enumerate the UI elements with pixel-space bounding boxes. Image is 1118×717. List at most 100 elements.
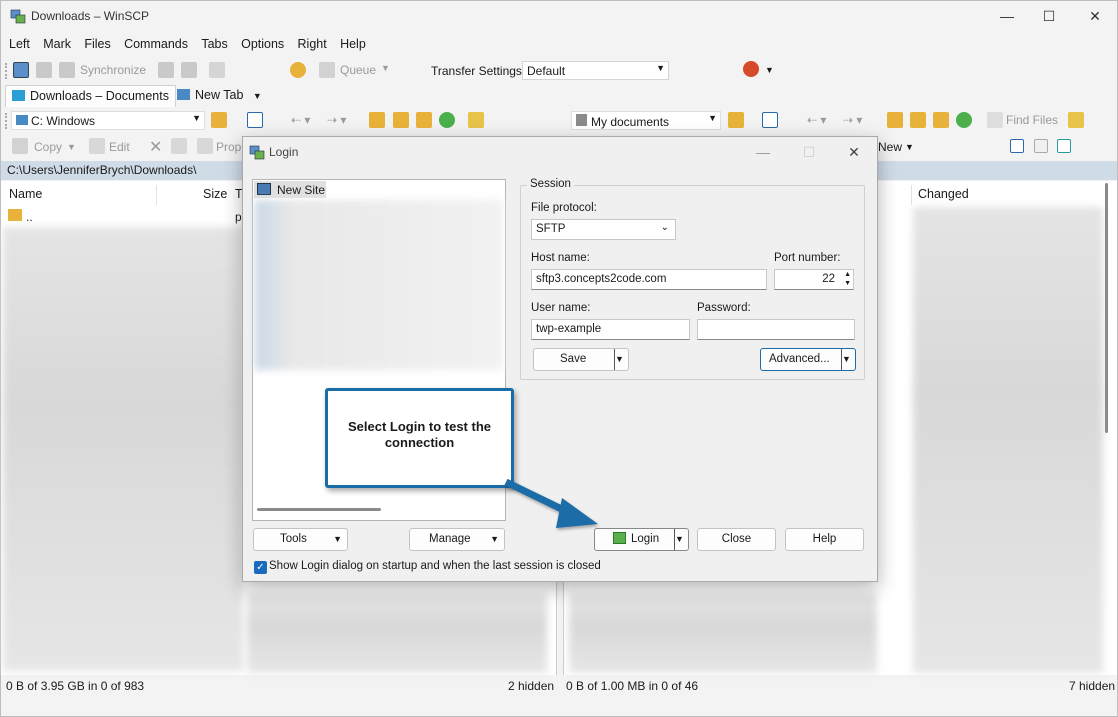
scrollbar[interactable] <box>1105 183 1108 433</box>
show-login-checkbox-label[interactable]: Show Login dialog on startup and when th… <box>269 560 601 572</box>
properties-button[interactable]: Prop <box>216 140 241 154</box>
advanced-dropdown-icon[interactable]: ▼ <box>841 349 855 370</box>
user-name-input[interactable]: twp-example <box>531 319 690 340</box>
minimize-button[interactable]: — <box>987 5 1027 27</box>
home-icon[interactable] <box>933 112 949 128</box>
synchronize-icon[interactable] <box>59 62 75 78</box>
sync-browse-icon[interactable] <box>36 62 52 78</box>
delete-icon[interactable]: ✕ <box>149 137 162 157</box>
menu-tabs[interactable]: Tabs <box>199 35 229 53</box>
find-icon[interactable] <box>468 112 484 128</box>
putty-icon[interactable] <box>181 62 197 78</box>
find-files-icon[interactable] <box>987 112 1003 128</box>
right-location-combo[interactable]: My documents ▼ <box>571 111 721 130</box>
filter-icon[interactable] <box>247 112 263 128</box>
copy-button[interactable]: Copy <box>34 140 62 154</box>
right-col-changed[interactable]: Changed <box>918 183 969 205</box>
root-directory-icon[interactable] <box>393 112 409 128</box>
menu-left[interactable]: Left <box>7 35 32 53</box>
horizontal-scrollbar[interactable] <box>257 508 381 511</box>
advanced-button[interactable]: Advanced... ▼ <box>760 348 856 371</box>
menu-right[interactable]: Right <box>296 35 329 53</box>
close-button[interactable]: Close <box>697 528 776 551</box>
save-button[interactable]: Save ▼ <box>533 348 629 371</box>
toolbar-grip <box>5 113 8 129</box>
reconnect-icon[interactable] <box>743 61 759 77</box>
parent-directory-row[interactable]: .. <box>26 210 33 224</box>
dialog-close-icon[interactable]: ✕ <box>834 141 874 163</box>
parent-directory-icon[interactable] <box>887 112 903 128</box>
maximize-button[interactable]: ☐ <box>1029 5 1069 27</box>
queue-button[interactable]: Queue <box>340 63 376 77</box>
advanced-label: Advanced... <box>769 353 830 365</box>
menu-commands[interactable]: Commands <box>122 35 190 53</box>
host-name-input[interactable]: sftp3.concepts2code.com <box>531 269 767 290</box>
menu-mark[interactable]: Mark <box>41 35 73 53</box>
new-dropdown-icon[interactable]: ▼ <box>905 142 914 152</box>
blurred-saved-sites <box>255 200 503 370</box>
queue-dropdown-icon[interactable]: ▼ <box>381 63 390 73</box>
tree-item-new-site[interactable]: New Site <box>254 181 326 198</box>
copy-icon[interactable] <box>12 138 28 154</box>
open-directory-icon[interactable] <box>728 112 744 128</box>
port-number-input[interactable]: 22 ▲ ▼ <box>774 269 854 290</box>
menu-options[interactable]: Options <box>239 35 286 53</box>
left-path[interactable]: C:\Users\JenniferBrych\Downloads\ <box>7 163 196 177</box>
compare-directories-icon[interactable] <box>13 62 29 78</box>
forward-arrow-icon[interactable]: ⇢ ▾ <box>327 113 346 127</box>
reconnect-dropdown-icon[interactable]: ▼ <box>765 65 774 75</box>
queue-icon[interactable] <box>319 62 335 78</box>
edit-button[interactable]: Edit <box>109 140 130 154</box>
port-spinner-icon[interactable]: ▲ ▼ <box>844 270 851 288</box>
find-icon[interactable] <box>1068 112 1084 128</box>
back-arrow-icon[interactable]: ⇠ ▾ <box>291 113 310 127</box>
properties-icon[interactable] <box>197 138 213 154</box>
dialog-maximize-button[interactable]: ☐ <box>789 141 829 163</box>
edit-icon[interactable] <box>89 138 105 154</box>
help-button[interactable]: Help <box>785 528 864 551</box>
open-directory-icon[interactable] <box>211 112 227 128</box>
save-label: Save <box>560 353 587 365</box>
transfer-settings-combo[interactable]: Default ▼ <box>522 61 669 80</box>
tab-new-tab[interactable]: New Tab ▼ <box>171 85 268 107</box>
home-icon[interactable] <box>416 112 432 128</box>
save-dropdown-icon[interactable]: ▼ <box>614 349 628 370</box>
filter-files-icon[interactable] <box>1057 139 1071 153</box>
checkbox-checked-icon[interactable]: ✓ <box>254 561 267 574</box>
file-protocol-select[interactable]: SFTP ⌄ <box>531 219 676 240</box>
tab-downloads-documents[interactable]: Downloads – Documents <box>5 85 176 107</box>
forward-arrow-icon[interactable]: ⇢ ▾ <box>843 113 862 127</box>
drive-icon <box>16 115 28 125</box>
manage-button[interactable]: Manage ▼ <box>409 528 505 551</box>
password-input[interactable] <box>697 319 855 340</box>
synchronize-button[interactable]: Synchronize <box>80 63 146 77</box>
menu-files[interactable]: Files <box>82 35 112 53</box>
rename-icon[interactable] <box>171 138 187 154</box>
login-dropdown-icon[interactable]: ▼ <box>674 529 688 550</box>
find-files-button[interactable]: Find Files <box>1006 113 1058 127</box>
select-files-icon[interactable] <box>1010 139 1024 153</box>
left-col-name[interactable]: Name <box>9 183 42 205</box>
right-hidden-count[interactable]: 7 hidden <box>1069 679 1115 693</box>
preferences-gear-icon[interactable] <box>290 62 306 78</box>
tools-button[interactable]: Tools ▼ <box>253 528 348 551</box>
blurred-file-rows <box>913 207 1103 673</box>
console-icon[interactable] <box>158 62 174 78</box>
close-window-button[interactable]: ✕ <box>1075 5 1115 27</box>
left-col-size[interactable]: Size <box>203 183 227 205</box>
refresh-icon[interactable] <box>439 112 455 128</box>
menu-help[interactable]: Help <box>338 35 368 53</box>
left-drive-combo[interactable]: C: Windows ▼ <box>11 111 205 130</box>
copy-dropdown-icon[interactable]: ▼ <box>67 142 76 152</box>
new-button[interactable]: New <box>878 140 902 154</box>
title-bar: Downloads – WinSCP — ☐ ✕ <box>1 1 1117 31</box>
back-arrow-icon[interactable]: ⇠ ▾ <box>807 113 826 127</box>
left-hidden-count[interactable]: 2 hidden <box>508 679 554 693</box>
root-directory-icon[interactable] <box>910 112 926 128</box>
dialog-minimize-button[interactable]: — <box>743 141 783 163</box>
refresh-icon[interactable] <box>956 112 972 128</box>
session-options-icon[interactable] <box>209 62 225 78</box>
filter-icon[interactable] <box>762 112 778 128</box>
unselect-files-icon[interactable] <box>1034 139 1048 153</box>
parent-directory-icon[interactable] <box>369 112 385 128</box>
